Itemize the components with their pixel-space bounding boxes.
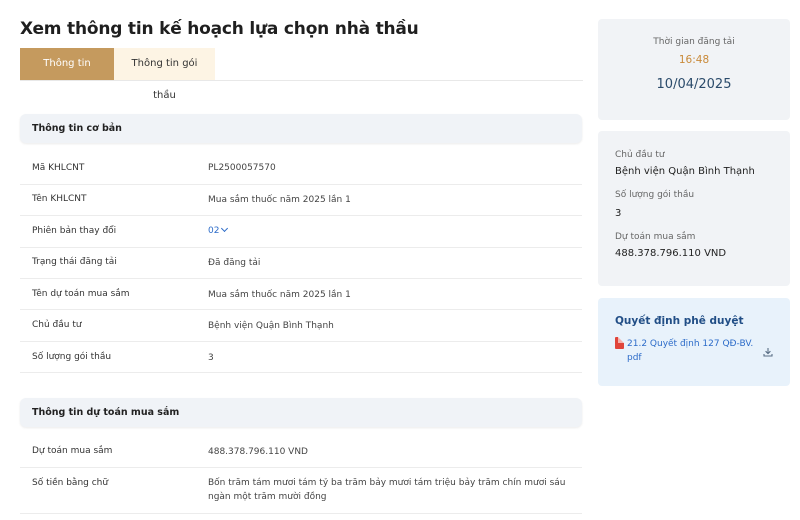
row-label: Mã KHLCNT — [32, 163, 85, 173]
row-plan-code: Mã KHLCNT PL2500057570 — [20, 153, 582, 185]
row-value: PL2500057570 — [208, 163, 276, 173]
row-budget-name: Tên dự toán mua sắm Mua sắm thuốc năm 20… — [20, 279, 582, 310]
publish-date-value: 10/04/2025 — [656, 77, 732, 92]
packages-label: Số lượng gói thầu — [615, 190, 695, 200]
row-investor: Chủ đầu tư Bệnh viện Quận Bình Thạnh — [20, 310, 582, 342]
row-budget-amount: Dự toán mua sắm 488.378.796.110 VND — [20, 436, 582, 468]
version-dropdown[interactable]: 02 — [208, 224, 578, 238]
row-value: Bệnh viện Quận Bình Thạnh — [208, 321, 334, 331]
row-value: Mua sắm thuốc năm 2025 lần 1 — [208, 290, 351, 300]
publish-time-label: Thời gian đăng tải — [653, 37, 735, 47]
tabs-divider — [20, 80, 583, 81]
row-value: Đã đăng tải — [208, 258, 261, 268]
row-label: Dự toán mua sắm — [32, 446, 113, 456]
row-amount-in-words: Số tiền bằng chữ Bốn trăm tám mươi tám t… — [20, 468, 582, 514]
row-publish-status: Trạng thái đăng tải Đã đăng tải — [20, 248, 582, 279]
row-value: Mua sắm thuốc năm 2025 lần 1 — [208, 195, 351, 205]
version-value: 02 — [208, 226, 220, 236]
decision-card: Quyết định phê duyệt 21.2 Quyết định 127… — [598, 298, 790, 386]
row-version: Phiên bản thay đổi 02 — [20, 216, 582, 248]
row-label: Tên dự toán mua sắm — [32, 289, 130, 299]
decision-title: Quyết định phê duyệt — [615, 315, 744, 327]
row-label: Số tiền bằng chữ — [32, 478, 109, 488]
row-label: Chủ đầu tư — [32, 320, 82, 330]
row-label: Số lượng gói thầu — [32, 352, 112, 362]
publish-time-card: Thời gian đăng tải 16:48 10/04/2025 — [598, 19, 790, 120]
section-budget-header: Thông tin dự toán mua sắm — [20, 398, 582, 427]
budget-label: Dự toán mua sắm — [615, 232, 696, 242]
row-package-count: Số lượng gói thầu 3 — [20, 342, 582, 373]
row-label: Tên KHLCNT — [32, 194, 87, 204]
row-label: Trạng thái đăng tải — [32, 257, 117, 267]
tab-bar: Thông tin chung Thông tin gói thầu — [20, 48, 215, 101]
section-basic-info-header: Thông tin cơ bản — [20, 114, 582, 143]
row-value: Bốn trăm tám mươi tám tỷ ba trăm bảy mươ… — [208, 478, 566, 502]
budget-value: 488.378.796.110 VND — [615, 248, 727, 259]
summary-card: Chủ đầu tư Bệnh viện Quận Bình Thạnh Số … — [598, 131, 790, 286]
investor-value: Bệnh viện Quận Bình Thạnh — [615, 166, 755, 177]
tab-general-info[interactable]: Thông tin chung — [20, 48, 114, 101]
row-value: 488.378.796.110 VND — [208, 447, 308, 457]
row-value: 3 — [208, 353, 214, 363]
chevron-down-icon — [221, 224, 229, 233]
decision-file-link[interactable]: 21.2 Quyết định 127 QĐ-BV.pdf — [627, 337, 757, 365]
page-title: Xem thông tin kế hoạch lựa chọn nhà thầu — [20, 19, 419, 39]
packages-value: 3 — [615, 208, 622, 219]
publish-time-value: 16:48 — [678, 54, 710, 66]
download-icon[interactable] — [763, 347, 773, 357]
investor-label: Chủ đầu tư — [615, 150, 665, 160]
tab-package-info[interactable]: Thông tin gói thầu — [114, 48, 215, 101]
row-plan-name: Tên KHLCNT Mua sắm thuốc năm 2025 lần 1 — [20, 185, 582, 216]
pdf-icon — [615, 337, 624, 349]
row-label: Phiên bản thay đổi — [32, 226, 117, 236]
